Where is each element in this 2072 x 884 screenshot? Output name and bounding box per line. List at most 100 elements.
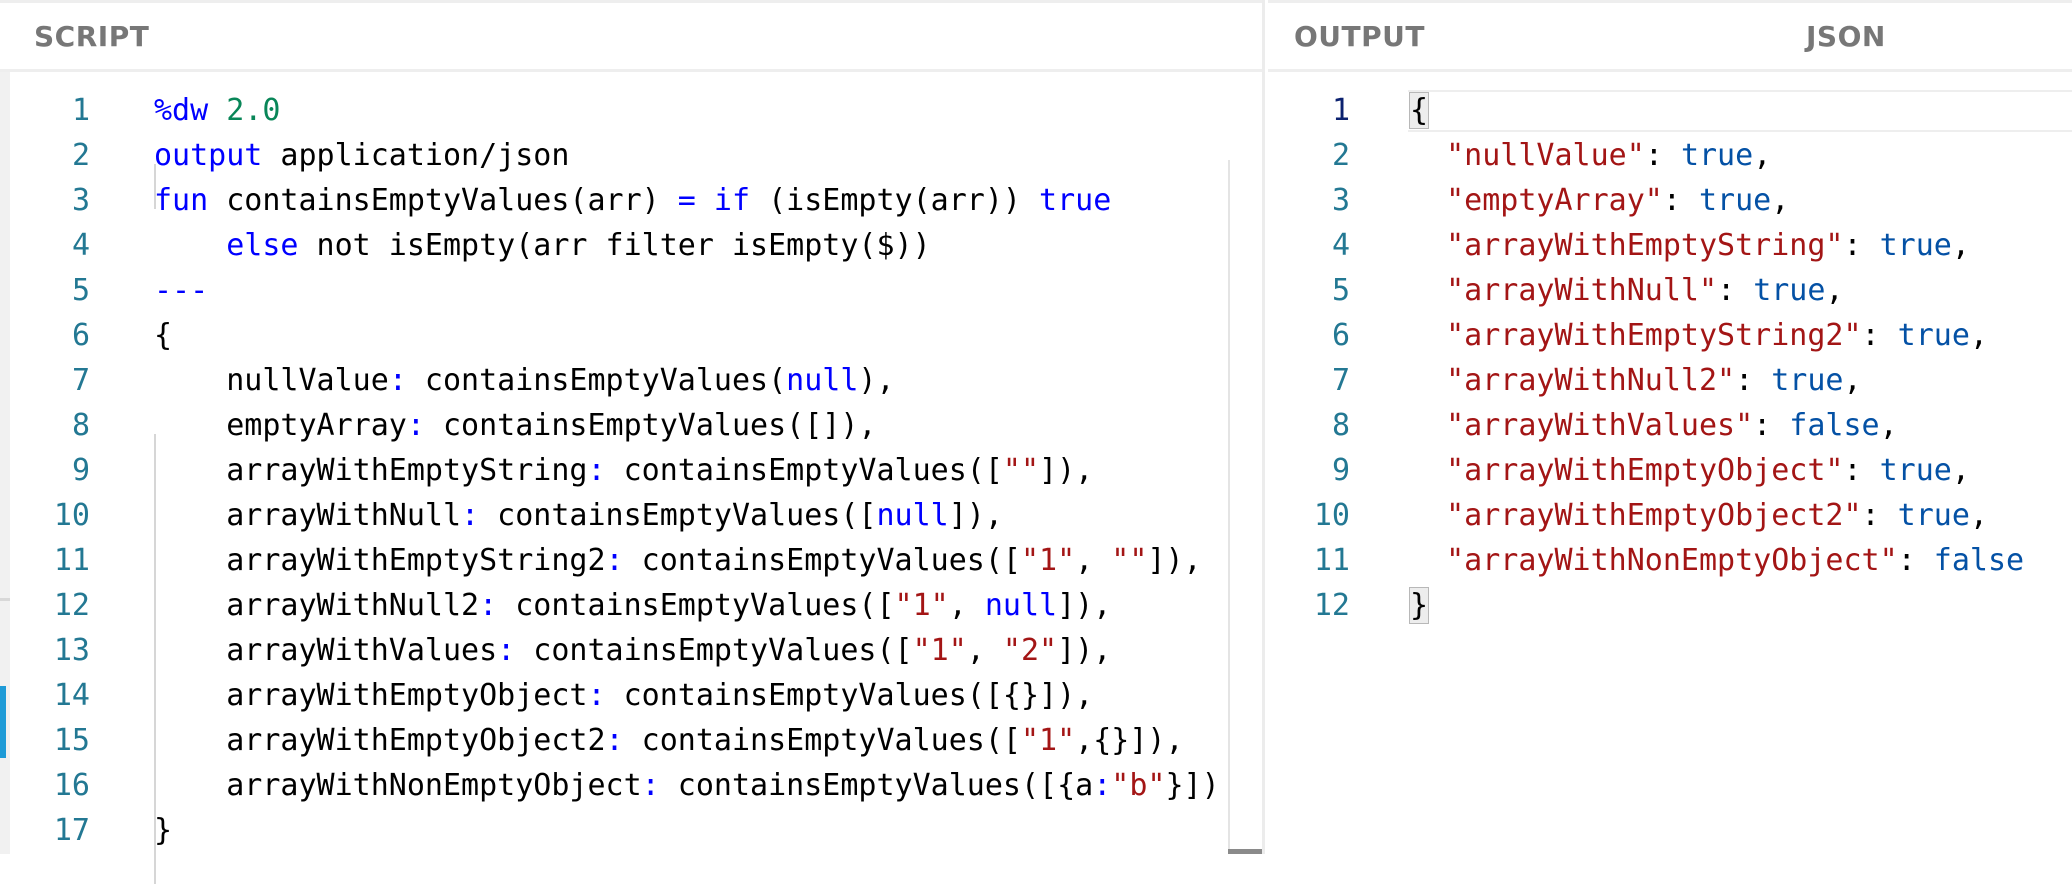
code-token: application/json <box>262 138 570 173</box>
code-line[interactable]: 5 "arrayWithNull": true, <box>1268 268 2072 313</box>
code-token: : <box>587 453 606 488</box>
code-line[interactable]: 17} <box>0 808 1262 853</box>
line-number: 8 <box>1331 408 1350 443</box>
code-token: output <box>154 138 263 173</box>
code-line[interactable]: 9 "arrayWithEmptyObject": true, <box>1268 448 2072 493</box>
code-text: arrayWithEmptyString2: containsEmptyValu… <box>154 538 1201 583</box>
line-number: 15 <box>53 723 90 758</box>
code-text: { <box>154 313 172 358</box>
code-token: : <box>1861 498 1898 533</box>
code-line[interactable]: 16 arrayWithNonEmptyObject: containsEmpt… <box>0 763 1262 808</box>
code-token: } <box>1408 587 1430 624</box>
code-token: nullValue <box>154 363 389 398</box>
code-token: "1" <box>894 588 949 623</box>
code-token: arrayWithNull <box>154 498 462 533</box>
code-token: , <box>1753 138 1772 173</box>
code-token: true <box>1771 363 1844 398</box>
code-token: containsEmptyValues(arr) <box>208 183 678 218</box>
code-line[interactable]: 14 arrayWithEmptyObject: containsEmptyVa… <box>0 673 1262 718</box>
code-token: true <box>1879 453 1952 488</box>
code-line[interactable]: 6 "arrayWithEmptyString2": true, <box>1268 313 2072 358</box>
code-token: (isEmpty(arr)) <box>750 183 1040 218</box>
code-line[interactable]: 5 --- <box>0 268 1262 313</box>
code-token: "arrayWithEmptyString2" <box>1446 318 1862 353</box>
code-line[interactable]: 3 "emptyArray": true, <box>1268 178 2072 223</box>
script-editor[interactable]: 1 %dw 2.0 2 output application/json 3 fun con… <box>0 72 1262 884</box>
code-line[interactable]: 10 "arrayWithEmptyObject2": true, <box>1268 493 2072 538</box>
code-line[interactable]: 3 fun containsEmptyValues(arr) = if (isEm… <box>0 178 1262 223</box>
code-text: arrayWithNonEmptyObject: containsEmptyVa… <box>154 763 1220 808</box>
code-token: --- <box>154 273 209 308</box>
code-text: %dw 2.0 <box>154 88 280 133</box>
code-token: arrayWithEmptyString2 <box>154 543 606 578</box>
line-number: 8 <box>71 408 90 443</box>
code-line[interactable]: 11 arrayWithEmptyString2: containsEmptyV… <box>0 538 1262 583</box>
line-number: 9 <box>1331 453 1350 488</box>
code-token: containsEmptyValues([]), <box>424 408 877 443</box>
code-text: else not isEmpty(arr filter isEmpty($)) <box>154 223 931 268</box>
code-line[interactable]: 2 output application/json <box>0 133 1262 178</box>
code-text: emptyArray: containsEmptyValues([]), <box>154 403 876 448</box>
code-line[interactable]: 11 "arrayWithNonEmptyObject": false <box>1268 538 2072 583</box>
script-header: SCRIPT <box>0 0 1262 72</box>
line-number: 1 <box>1331 93 1350 128</box>
code-token: true <box>1897 498 1970 533</box>
code-token: "emptyArray" <box>1446 183 1663 218</box>
code-token: fun <box>154 183 209 218</box>
code-token: { <box>1408 92 1430 129</box>
code-line[interactable]: 12} <box>1268 583 2072 628</box>
line-number: 10 <box>1313 498 1350 533</box>
code-token: , <box>1843 363 1862 398</box>
code-token: }]) <box>1165 768 1220 803</box>
line-number: 14 <box>53 678 90 713</box>
code-text: "arrayWithEmptyObject2": true, <box>1410 493 1988 538</box>
line-number: 1 <box>71 93 90 128</box>
code-line[interactable]: 7 nullValue: containsEmptyValues(null), <box>0 358 1262 403</box>
code-token: : <box>388 363 407 398</box>
output-editor[interactable]: 1{2 "nullValue": true, 3 "emptyArray": tr… <box>1268 72 2072 854</box>
code-token: : <box>1093 768 1112 803</box>
code-text: "nullValue": true, <box>1410 133 1771 178</box>
code-line[interactable]: 4 else not isEmpty(arr filter isEmpty($)… <box>0 223 1262 268</box>
code-text: output application/json <box>154 133 569 178</box>
code-token: "2" <box>1002 633 1058 668</box>
code-token: "" <box>1111 543 1148 578</box>
code-text: "arrayWithNonEmptyObject": false <box>1410 538 2024 583</box>
code-line[interactable]: 9 arrayWithEmptyString: containsEmptyVal… <box>0 448 1262 493</box>
code-line[interactable]: 8 "arrayWithValues": false, <box>1268 403 2072 448</box>
code-line[interactable]: 2 "nullValue": true, <box>1268 133 2072 178</box>
line-number: 11 <box>1313 543 1350 578</box>
code-token: "nullValue" <box>1446 138 1645 173</box>
code-line[interactable]: 8 emptyArray: containsEmptyValues([]), <box>0 403 1262 448</box>
code-token: "arrayWithNonEmptyObject" <box>1446 543 1898 578</box>
code-line[interactable]: 1 %dw 2.0 <box>0 88 1262 133</box>
code-line[interactable]: 6{ <box>0 313 1262 358</box>
code-token: containsEmptyValues([{a <box>659 768 1094 803</box>
code-token: arrayWithNonEmptyObject <box>154 768 642 803</box>
code-token: "b" <box>1111 768 1166 803</box>
code-token: not isEmpty(arr filter isEmpty($)) <box>298 228 931 263</box>
code-line[interactable]: 7 "arrayWithNull2": true, <box>1268 358 2072 403</box>
code-token: : <box>641 768 660 803</box>
code-token: : <box>587 678 606 713</box>
code-token: containsEmptyValues( <box>406 363 787 398</box>
code-token: null <box>876 498 949 533</box>
line-number: 17 <box>53 813 90 848</box>
code-token: : <box>497 633 516 668</box>
code-line[interactable]: 1{ <box>1268 88 2072 133</box>
code-token: : <box>1897 543 1934 578</box>
code-line[interactable]: 15 arrayWithEmptyObject2: containsEmptyV… <box>0 718 1262 763</box>
code-line[interactable]: 13 arrayWithValues: containsEmptyValues(… <box>0 628 1262 673</box>
code-text: arrayWithValues: containsEmptyValues(["1… <box>154 628 1111 673</box>
code-line[interactable]: 12 arrayWithNull2: containsEmptyValues([… <box>0 583 1262 628</box>
code-token: %dw <box>154 93 209 128</box>
output-format-label[interactable]: JSON <box>1806 3 1886 69</box>
code-line[interactable]: 10 arrayWithNull: containsEmptyValues([n… <box>0 493 1262 538</box>
code-line[interactable]: 4 "arrayWithEmptyString": true, <box>1268 223 2072 268</box>
code-text: "arrayWithEmptyString2": true, <box>1410 313 1988 358</box>
